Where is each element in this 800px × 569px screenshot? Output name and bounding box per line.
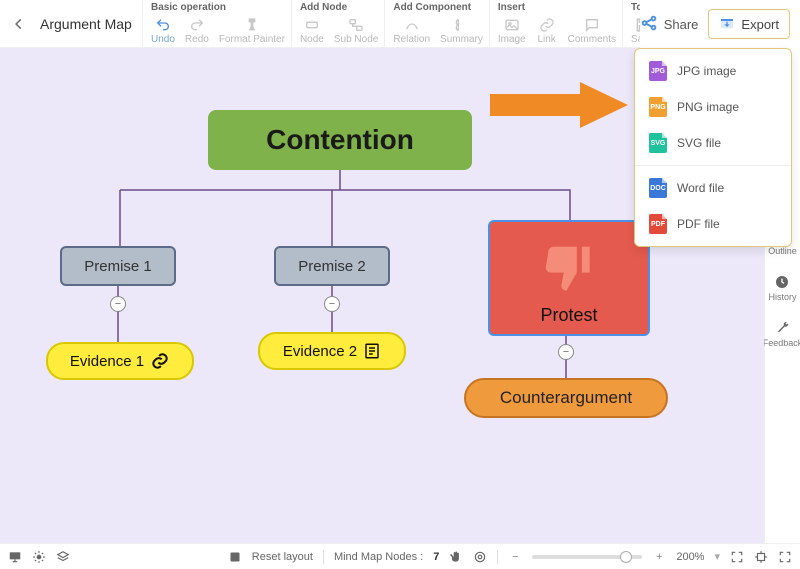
share-label: Share xyxy=(664,17,699,32)
group-addnode-label: Add Node xyxy=(300,2,378,16)
back-button[interactable] xyxy=(0,0,38,47)
share-button[interactable]: Share xyxy=(640,14,699,35)
node-evidence-1[interactable]: Evidence 1 xyxy=(46,342,194,380)
link-button[interactable]: Link xyxy=(536,16,558,45)
comments-button[interactable]: Comments xyxy=(568,16,616,45)
group-insert: Insert Image Link Comments xyxy=(489,0,622,47)
node-evidence-2[interactable]: Evidence 2 xyxy=(258,332,406,370)
zoom-slider[interactable] xyxy=(532,555,642,559)
export-pdf[interactable]: PDFPDF file xyxy=(635,206,791,242)
center-icon[interactable] xyxy=(754,550,768,564)
png-file-icon: PNG xyxy=(649,97,667,117)
page-title: Argument Map xyxy=(38,0,142,47)
zoom-thumb[interactable] xyxy=(620,551,632,563)
node-premise-2[interactable]: Premise 2 xyxy=(274,246,390,286)
group-insert-label: Insert xyxy=(498,2,616,16)
node-contention[interactable]: Contention xyxy=(208,110,472,170)
zoom-value: 200% xyxy=(676,551,704,563)
brightness-icon[interactable] xyxy=(32,550,46,564)
export-icon xyxy=(719,15,735,34)
hand-icon[interactable] xyxy=(449,550,463,564)
relation-button[interactable]: Relation xyxy=(393,16,430,45)
export-label: Export xyxy=(741,17,779,32)
doc-file-icon: DOC xyxy=(649,178,667,198)
jpg-file-icon: JPG xyxy=(649,61,667,81)
node-button[interactable]: Node xyxy=(300,16,324,45)
toolbar: Argument Map Basic operation Undo Redo F… xyxy=(0,0,800,48)
relation-icon xyxy=(403,16,421,34)
export-button[interactable]: Export xyxy=(708,9,790,39)
zoom-out-button[interactable]: − xyxy=(508,550,522,564)
undo-button[interactable]: Undo xyxy=(151,16,175,45)
node-icon xyxy=(303,16,321,34)
link-icon xyxy=(538,16,556,34)
reset-layout-icon xyxy=(228,550,242,564)
undo-icon xyxy=(154,16,172,34)
group-addcomp-label: Add Component xyxy=(393,2,483,16)
history-button[interactable]: History xyxy=(768,274,796,302)
subnode-icon xyxy=(347,16,365,34)
group-basic-label: Basic operation xyxy=(151,2,285,16)
nodes-count: 7 xyxy=(433,551,439,563)
format-painter-button[interactable]: Format Painter xyxy=(219,16,285,45)
group-basic: Basic operation Undo Redo Format Painter xyxy=(142,0,291,47)
collapse-toggle-protest[interactable]: − xyxy=(558,344,574,360)
collapse-toggle-p2[interactable]: − xyxy=(324,296,340,312)
subnode-button[interactable]: Sub Node xyxy=(334,16,378,45)
reset-layout-button[interactable]: Reset layout xyxy=(252,551,313,563)
layers-icon[interactable] xyxy=(56,550,70,564)
presentation-icon[interactable] xyxy=(8,550,22,564)
nodes-label: Mind Map Nodes : xyxy=(334,551,423,563)
export-word[interactable]: DOCWord file xyxy=(635,170,791,206)
fit-icon[interactable] xyxy=(730,550,744,564)
node-counterargument[interactable]: Counterargument xyxy=(464,378,668,418)
zoom-in-button[interactable]: + xyxy=(652,550,666,564)
comments-icon xyxy=(583,16,601,34)
chevron-left-icon xyxy=(12,17,26,31)
summary-button[interactable]: Summary xyxy=(440,16,483,45)
export-svg[interactable]: SVGSVG file xyxy=(635,125,791,161)
export-menu: JPGJPG image PNGPNG image SVGSVG file DO… xyxy=(634,48,792,247)
thumbs-down-icon xyxy=(538,239,600,301)
target-icon[interactable] xyxy=(473,550,487,564)
export-png[interactable]: PNGPNG image xyxy=(635,89,791,125)
redo-icon xyxy=(188,16,206,34)
image-icon xyxy=(503,16,521,34)
image-button[interactable]: Image xyxy=(498,16,526,45)
export-jpg[interactable]: JPGJPG image xyxy=(635,53,791,89)
pointer-arrow-icon xyxy=(490,80,630,130)
svg-file-icon: SVG xyxy=(649,133,667,153)
brush-icon xyxy=(243,16,261,34)
share-icon xyxy=(640,14,658,35)
group-addnode: Add Node Node Sub Node xyxy=(291,0,384,47)
feedback-button[interactable]: Feedback xyxy=(763,320,800,348)
right-actions: Share Export xyxy=(640,0,800,48)
note-icon xyxy=(363,342,381,360)
bottom-bar: Reset layout Mind Map Nodes : 7 − + 200%… xyxy=(0,543,800,569)
wrench-icon xyxy=(775,320,791,336)
clock-icon xyxy=(774,274,790,290)
node-premise-1[interactable]: Premise 1 xyxy=(60,246,176,286)
redo-button[interactable]: Redo xyxy=(185,16,209,45)
summary-icon xyxy=(452,16,470,34)
group-addcomp: Add Component Relation Summary xyxy=(384,0,489,47)
export-separator xyxy=(635,165,791,166)
link-icon xyxy=(150,351,170,371)
fullscreen-icon[interactable] xyxy=(778,550,792,564)
collapse-toggle-p1[interactable]: − xyxy=(110,296,126,312)
pdf-file-icon: PDF xyxy=(649,214,667,234)
node-protest[interactable]: Protest xyxy=(488,220,650,336)
